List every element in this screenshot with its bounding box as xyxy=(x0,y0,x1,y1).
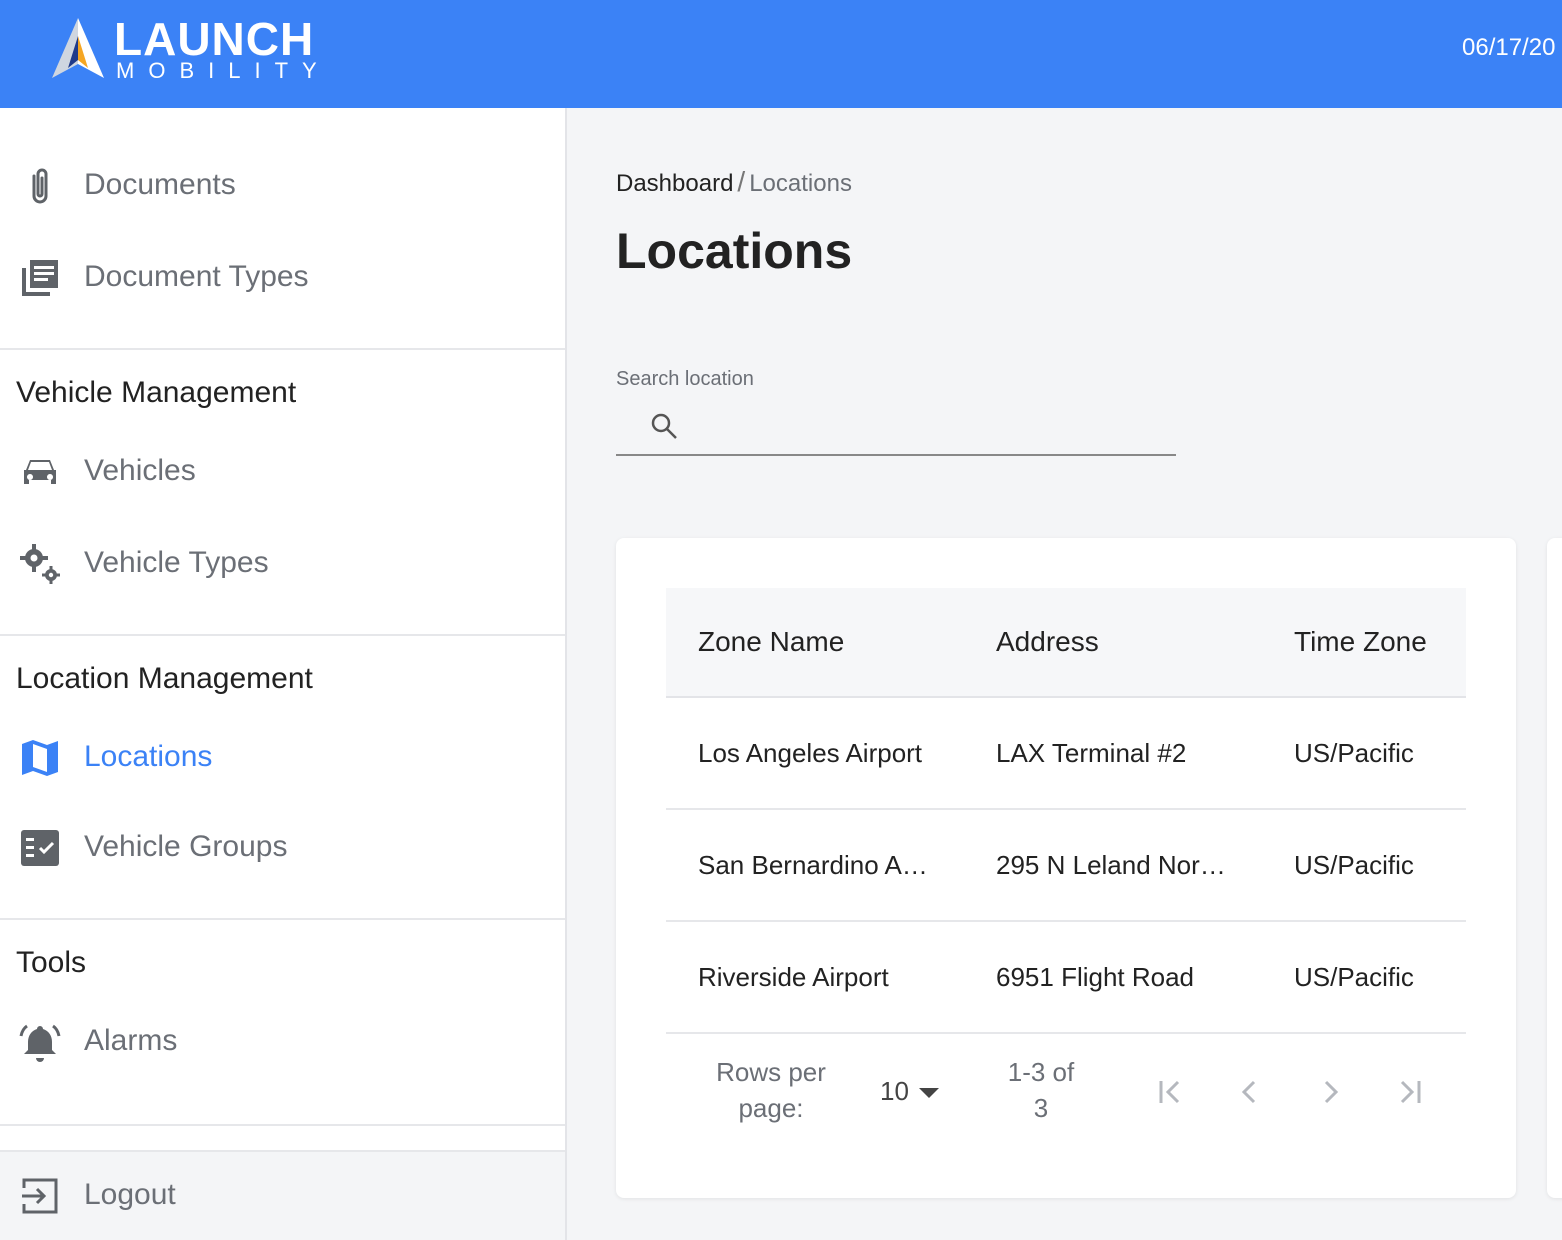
cell-zone-name: Riverside Airport xyxy=(698,962,889,992)
sidebar-divider xyxy=(0,348,565,350)
last-page-icon xyxy=(1400,1080,1421,1104)
breadcrumb-separator: / xyxy=(737,166,746,197)
search-input[interactable] xyxy=(692,408,1162,448)
rows-per-page-label-line2: page: xyxy=(738,1093,804,1123)
section-title-location-management: Location Management xyxy=(16,662,313,695)
table-row[interactable]: Riverside Airport 6951 Flight Road US/Pa… xyxy=(666,922,1466,1034)
previous-page-button[interactable] xyxy=(1232,1074,1268,1110)
table-row[interactable]: Los Angeles Airport LAX Terminal #2 US/P… xyxy=(666,698,1466,810)
sidebar-item-vehicle-types[interactable]: Vehicle Types xyxy=(0,524,565,604)
logout-button[interactable]: Logout xyxy=(0,1156,565,1236)
sidebar-divider xyxy=(0,918,565,920)
pagination-range-line1: 1-3 of xyxy=(1007,1057,1075,1087)
checklist-icon xyxy=(18,826,62,870)
cell-zone-name: Los Angeles Airport xyxy=(698,738,923,768)
gears-icon xyxy=(18,542,62,586)
search-field xyxy=(616,404,1176,456)
rows-per-page-label: Rows per page: xyxy=(706,1054,836,1126)
cell-time-zone: US/Pacific xyxy=(1294,738,1414,768)
cell-address: LAX Terminal #2 xyxy=(996,738,1187,768)
sidebar-item-vehicles[interactable]: Vehicles xyxy=(0,432,565,512)
breadcrumb-dashboard-link[interactable]: Dashboard xyxy=(616,170,733,197)
column-header-zone-name[interactable]: Zone Name xyxy=(698,626,844,658)
sidebar-item-alarms[interactable]: Alarms xyxy=(0,1002,565,1082)
rows-per-page-select[interactable]: 10 xyxy=(880,1076,939,1107)
current-date: 06/17/20 xyxy=(1462,34,1556,61)
first-page-button[interactable] xyxy=(1152,1074,1188,1110)
locations-table-card: Zone Name Address Time Zone Los Angeles … xyxy=(616,538,1516,1198)
sidebar-item-label: Document Types xyxy=(84,260,309,293)
sidebar-item-label: Locations xyxy=(84,740,213,773)
alarm-bell-icon xyxy=(18,1020,62,1064)
logout-label: Logout xyxy=(84,1178,176,1211)
next-page-button[interactable] xyxy=(1312,1074,1348,1110)
chevron-left-icon xyxy=(1241,1080,1256,1104)
cell-address: 295 N Leland Nor… xyxy=(996,850,1226,880)
column-header-time-zone[interactable]: Time Zone xyxy=(1294,626,1427,658)
column-header-address[interactable]: Address xyxy=(996,626,1099,658)
sidebar-item-vehicle-groups[interactable]: Vehicle Groups xyxy=(0,808,565,888)
section-title-tools: Tools xyxy=(16,946,87,979)
sidebar-item-documents[interactable]: Documents xyxy=(0,146,565,226)
cell-address: 6951 Flight Road xyxy=(996,962,1195,992)
cell-time-zone: US/Pacific xyxy=(1294,962,1414,992)
cell-time-zone: US/Pacific xyxy=(1294,850,1414,880)
library-books-icon xyxy=(18,256,62,300)
paperclip-icon xyxy=(18,164,62,208)
logout-icon xyxy=(18,1174,62,1218)
sidebar-divider xyxy=(0,1124,565,1126)
sidebar: Documents Document Types Vehicle Managem… xyxy=(0,108,567,1240)
chevron-right-icon xyxy=(1324,1080,1339,1104)
table-header: Zone Name Address Time Zone xyxy=(666,588,1466,698)
map-icon xyxy=(18,736,62,780)
top-app-bar: LAUNCH MOBILITY 06/17/20 xyxy=(0,0,1562,108)
adjacent-card-edge xyxy=(1547,538,1562,1198)
rocket-logo-icon xyxy=(52,18,104,78)
cell-zone-name: San Bernardino A… xyxy=(698,850,928,880)
car-icon xyxy=(18,450,62,494)
sidebar-item-label: Alarms xyxy=(84,1024,178,1057)
brand-logo[interactable]: LAUNCH MOBILITY xyxy=(48,13,348,84)
logout-area: Logout xyxy=(0,1150,565,1240)
search-label: Search location xyxy=(616,368,754,390)
sidebar-item-locations[interactable]: Locations xyxy=(0,718,565,798)
pagination-range: 1-3 of 3 xyxy=(996,1054,1086,1126)
search-icon xyxy=(651,413,677,439)
last-page-button[interactable] xyxy=(1392,1074,1428,1110)
sidebar-item-label: Documents xyxy=(84,168,236,201)
table-pagination: Rows per page: 10 1-3 of 3 xyxy=(666,1036,1466,1146)
sidebar-item-document-types[interactable]: Document Types xyxy=(0,238,565,318)
sidebar-divider xyxy=(0,634,565,636)
sidebar-item-label: Vehicles xyxy=(84,454,196,487)
breadcrumb-current: Locations xyxy=(749,170,852,197)
brand-subtitle: MOBILITY xyxy=(116,58,331,83)
table-row[interactable]: San Bernardino A… 295 N Leland Nor… US/P… xyxy=(666,810,1466,922)
sidebar-item-label: Vehicle Types xyxy=(84,546,269,579)
pagination-range-line2: 3 xyxy=(1033,1093,1049,1123)
main-content: Dashboard / Locations Locations Search loc… xyxy=(569,108,1562,1240)
section-title-vehicle-management: Vehicle Management xyxy=(16,376,297,409)
rows-per-page-label-line1: Rows per xyxy=(716,1057,826,1087)
caret-down-icon xyxy=(918,1088,939,1099)
sidebar-item-label: Vehicle Groups xyxy=(84,830,288,863)
rows-per-page-value: 10 xyxy=(880,1076,909,1106)
breadcrumb: Dashboard / Locations xyxy=(616,166,852,198)
first-page-icon xyxy=(1159,1080,1180,1104)
page-title: Locations xyxy=(616,223,853,279)
